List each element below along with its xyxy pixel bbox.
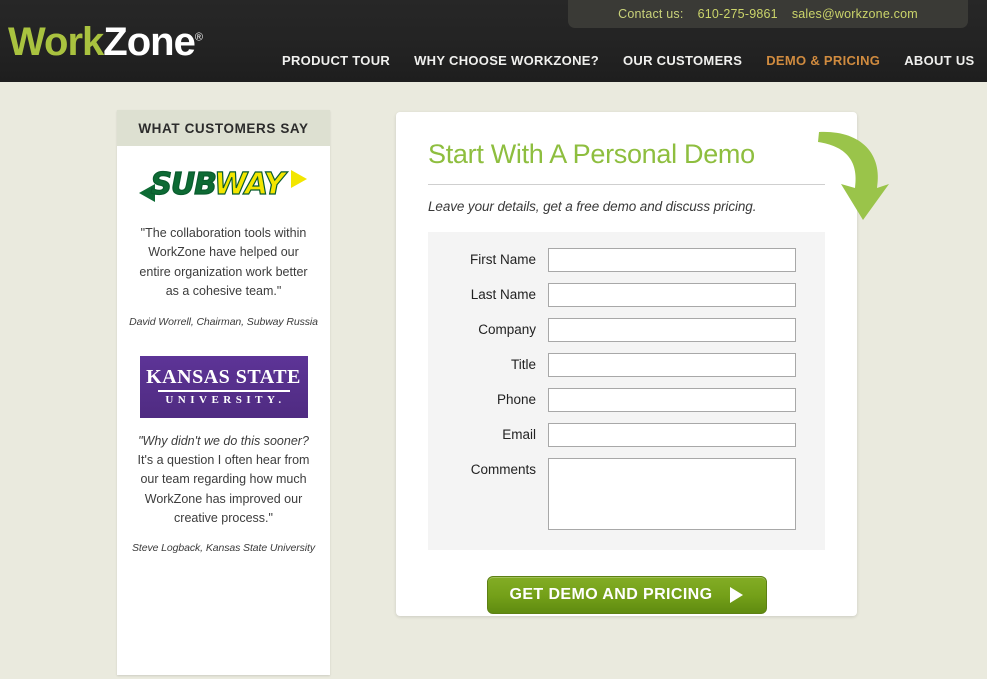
curved-arrow-icon [818,131,889,220]
subway-logo-text-sub: SUB [150,167,216,202]
page-title: Start With A Personal Demo [428,139,755,169]
divider [428,183,825,185]
ksu-logo-line2: UNIVERSITY. [165,393,286,406]
testimonial-quote: "Why didn't we do this sooner? It's a qu… [127,432,320,529]
arrow-right-icon [290,170,307,188]
demo-form-card: Start With A Personal Demo Leave your de… [396,112,889,616]
comments-label: Comments [470,461,536,477]
demo-request-form: First Name Last Name Company Title Phone [428,231,825,550]
phone-label: Phone [496,391,536,407]
last-name-label: Last Name [470,286,536,302]
nav-item-our-customers[interactable]: OUR CUSTOMERS [623,53,742,68]
logo-text-work: Work [8,20,104,64]
contact-email[interactable]: sales@workzone.com [792,7,918,21]
form-row-company: Company [428,317,800,342]
email-label: Email [502,426,536,442]
page-body: WHAT CUSTOMERS SAY SUBWAY "The collabora… [0,82,987,679]
title-input[interactable] [548,352,796,377]
testimonial-quote-rest: It's a question I often hear from our te… [137,452,310,525]
list-item: SUBWAY "The collaboration tools within W… [127,166,320,328]
submit-button-label: GET DEMO AND PRICING [509,585,713,603]
page-subtitle: Leave your details, get a free demo and … [428,198,757,214]
sidebar-title: WHAT CUSTOMERS SAY [117,110,330,146]
email-input[interactable] [548,422,796,447]
registered-trademark-icon: ® [194,31,203,44]
nav-item-product-tour[interactable]: PRODUCT TOUR [282,53,390,68]
comments-textarea[interactable] [548,457,796,530]
kansas-state-university-logo: KANSAS STATE UNIVERSITY. [127,355,320,418]
workzone-logo[interactable]: WorkZone® [8,20,203,64]
form-row-phone: Phone [428,387,800,412]
contact-label: Contact us: [618,7,684,21]
main-navigation: PRODUCT TOUR WHY CHOOSE WORKZONE? OUR CU… [282,53,974,68]
form-row-first-name: First Name [428,247,800,272]
testimonials-list: SUBWAY "The collaboration tools within W… [117,146,330,554]
list-item: KANSAS STATE UNIVERSITY. "Why didn't we … [127,355,320,555]
nav-item-why-choose-workzone[interactable]: WHY CHOOSE WORKZONE? [414,53,599,68]
submit-button-container: GET DEMO AND PRICING [428,575,825,614]
testimonial-attribution: Steve Logback, Kansas State University [132,542,315,555]
play-triangle-icon [730,586,744,603]
phone-input[interactable] [548,387,796,412]
form-row-email: Email [428,422,800,447]
title-label: Title [510,356,536,372]
testimonial-quote-emphasis: "Why didn't we do this sooner? [138,433,309,448]
first-name-label: First Name [469,251,536,267]
nav-item-demo-and-pricing[interactable]: DEMO & PRICING [766,53,880,68]
last-name-input[interactable] [548,282,796,307]
form-row-title: Title [428,352,800,377]
ksu-logo-line1: KANSAS STATE [146,366,301,389]
form-row-comments: Comments [428,457,800,530]
testimonials-sidebar: WHAT CUSTOMERS SAY SUBWAY "The collabora… [117,110,330,675]
nav-item-about-us[interactable]: ABOUT US [904,53,974,68]
testimonial-quote: "The collaboration tools within WorkZone… [139,226,308,299]
contact-phone[interactable]: 610-275-9861 [698,7,778,21]
site-header: Contact us: 610-275-9861 sales@workzone.… [0,0,987,82]
subway-logo-text-way: WAY [213,167,285,202]
get-demo-and-pricing-button[interactable]: GET DEMO AND PRICING [486,575,767,614]
first-name-input[interactable] [548,247,796,272]
company-label: Company [478,321,536,337]
subway-logo: SUBWAY [127,166,320,210]
testimonial-attribution: David Worrell, Chairman, Subway Russia [129,315,318,328]
contact-bar: Contact us: 610-275-9861 sales@workzone.… [568,0,968,28]
logo-text-zone: Zone [103,20,196,64]
form-row-last-name: Last Name [428,282,800,307]
company-input[interactable] [548,317,796,342]
divider [157,390,290,392]
